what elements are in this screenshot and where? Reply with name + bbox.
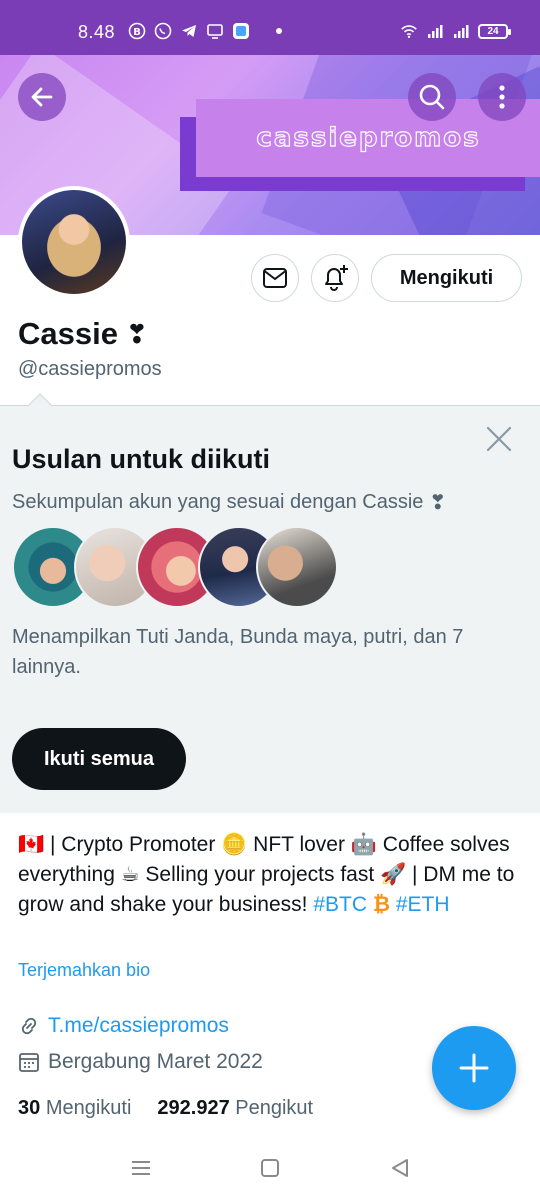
profile-name: Cassie bbox=[18, 316, 118, 351]
app-icon bbox=[233, 23, 249, 39]
follow-all-button[interactable]: Ikuti semua bbox=[12, 728, 186, 790]
more-options-button[interactable] bbox=[478, 73, 526, 121]
suggestions-card: Usulan untuk diikuti Sekumpulan akun yan… bbox=[0, 393, 540, 813]
profile-link[interactable]: T.me/cassiepromos bbox=[48, 1014, 229, 1038]
search-button[interactable] bbox=[408, 73, 456, 121]
tv-icon bbox=[207, 24, 223, 39]
suggestions-subtitle: Sekumpulan akun yang sesuai dengan Cassi… bbox=[12, 491, 424, 513]
rocket-icon: 🚀 bbox=[380, 863, 407, 886]
more-vertical-icon bbox=[499, 85, 505, 109]
canada-flag-icon: 🇨🇦 bbox=[18, 833, 45, 856]
plus-icon bbox=[459, 1053, 489, 1083]
bitcoin-icon: ₿ bbox=[372, 893, 390, 916]
back-button[interactable] bbox=[18, 73, 66, 121]
compose-fab-button[interactable] bbox=[432, 1026, 516, 1110]
bio-text: NFT lover bbox=[247, 833, 351, 856]
whatsapp-icon bbox=[154, 22, 172, 40]
more-notifications-dot bbox=[276, 28, 282, 34]
heart-exclamation-icon: ❣ bbox=[429, 492, 447, 514]
mail-icon bbox=[263, 268, 287, 288]
follow-counts: 30 Mengikuti 292.927 Pengikut bbox=[18, 1097, 313, 1120]
suggestions-shows-text: Menampilkan Tuti Janda, Bunda maya, putr… bbox=[12, 626, 464, 678]
following-count[interactable]: 30 Mengikuti bbox=[18, 1097, 131, 1120]
profile-handle: @cassiepromos bbox=[18, 358, 162, 380]
battery-indicator: 24 bbox=[478, 23, 511, 39]
recent-apps-icon[interactable] bbox=[129, 1156, 153, 1180]
suggestions-subtitle-row: Sekumpulan akun yang sesuai dengan Cassi… bbox=[12, 490, 446, 515]
link-icon bbox=[21, 1017, 37, 1035]
card-notch bbox=[27, 393, 53, 419]
hashtag-btc[interactable]: #BTC bbox=[313, 893, 367, 916]
system-nav-bar bbox=[0, 1136, 540, 1200]
profile-bio: 🇨🇦 | Crypto Promoter 🪙 NFT lover 🤖 Coffe… bbox=[18, 830, 528, 920]
close-icon[interactable] bbox=[484, 424, 514, 454]
calendar-icon bbox=[19, 1053, 39, 1072]
profile-name-row: Cassie ❣ bbox=[18, 316, 148, 352]
coffee-icon: ☕ bbox=[120, 863, 140, 886]
back-triangle-icon[interactable] bbox=[388, 1156, 412, 1180]
heart-exclamation-icon: ❣ bbox=[125, 318, 148, 349]
robot-icon: 🤖 bbox=[350, 833, 377, 856]
search-icon bbox=[419, 84, 445, 110]
b-icon: B bbox=[128, 22, 146, 40]
telegram-icon bbox=[182, 25, 196, 37]
suggestions-title: Usulan untuk diikuti bbox=[12, 444, 271, 474]
joined-date: Bergabung Maret 2022 bbox=[48, 1050, 263, 1073]
bio-text: | Crypto Promoter bbox=[44, 833, 222, 856]
coin-icon: 🪙 bbox=[221, 833, 248, 856]
bio-text: Selling your projects fast bbox=[139, 863, 381, 886]
profile-avatar[interactable] bbox=[18, 186, 130, 298]
profile-link-row: T.me/cassiepromos bbox=[18, 1014, 229, 1038]
suggested-avatar[interactable] bbox=[256, 526, 338, 608]
followers-count[interactable]: 292.927 Pengikut bbox=[157, 1097, 313, 1120]
system-icons: 24 bbox=[400, 22, 511, 40]
signal-icon bbox=[428, 25, 443, 38]
home-icon[interactable] bbox=[258, 1156, 282, 1180]
status-bar: 8.48 B 24 bbox=[0, 0, 540, 55]
translate-bio-link[interactable]: Terjemahkan bio bbox=[18, 960, 150, 981]
hashtag-eth[interactable]: #ETH bbox=[396, 893, 450, 916]
message-button[interactable] bbox=[251, 254, 299, 302]
notify-button[interactable] bbox=[311, 254, 359, 302]
status-time: 8.48 bbox=[78, 22, 116, 42]
notification-icons: B bbox=[128, 22, 282, 40]
arrow-left-icon bbox=[31, 87, 53, 107]
bell-plus-icon bbox=[325, 265, 348, 291]
wifi-icon bbox=[401, 25, 417, 39]
signal-icon bbox=[454, 25, 469, 38]
svg-text:B: B bbox=[133, 27, 141, 38]
suggested-avatars[interactable] bbox=[12, 526, 342, 610]
following-button[interactable]: Mengikuti bbox=[371, 254, 522, 302]
joined-row: Bergabung Maret 2022 bbox=[18, 1050, 263, 1074]
